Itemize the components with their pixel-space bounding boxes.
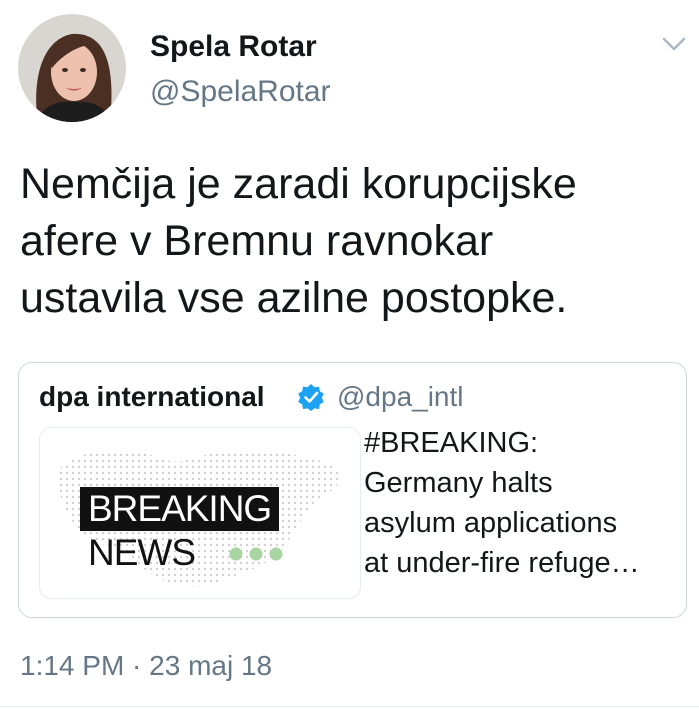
quoted-text-line: at under-fire refuge… [364, 547, 640, 579]
divider [0, 706, 699, 707]
tweet-text-line: afere v Bremnu ravnokar [20, 217, 494, 265]
breaking-banner-text: BREAKING [80, 487, 280, 531]
dots-icon [228, 546, 288, 562]
tweet-text: Nemčija je zaradi korupcijske afere v Br… [20, 156, 680, 327]
breaking-news-image[interactable]: BREAKING NEWS [39, 427, 361, 599]
quoted-text-line: asylum applications [364, 507, 618, 539]
user-avatar[interactable] [18, 14, 126, 122]
quoted-tweet-card[interactable]: dpa international @dpa_intl BREAKING NEW… [18, 362, 687, 618]
verified-badge-icon [297, 383, 325, 411]
chevron-down-icon[interactable] [661, 34, 687, 54]
tweet-text-line: Nemčija je zaradi korupcijske [20, 160, 577, 208]
news-text: NEWS [88, 532, 196, 573]
quoted-text-line: Germany halts [364, 467, 553, 499]
quoted-text-line: #BREAKING: [364, 427, 539, 459]
quoted-author-name: dpa international [39, 381, 265, 412]
tweet-timestamp[interactable]: 1:14 PM · 23 maj 18 [20, 650, 272, 682]
author-display-name[interactable]: Spela Rotar [150, 30, 317, 64]
tweet-text-line: ustavila vse azilne postopke. [20, 274, 568, 322]
quoted-author-handle: @dpa_intl [337, 381, 464, 412]
quoted-tweet-text: #BREAKING: Germany halts asylum applicat… [364, 423, 684, 583]
author-handle[interactable]: @SpelaRotar [150, 75, 331, 109]
